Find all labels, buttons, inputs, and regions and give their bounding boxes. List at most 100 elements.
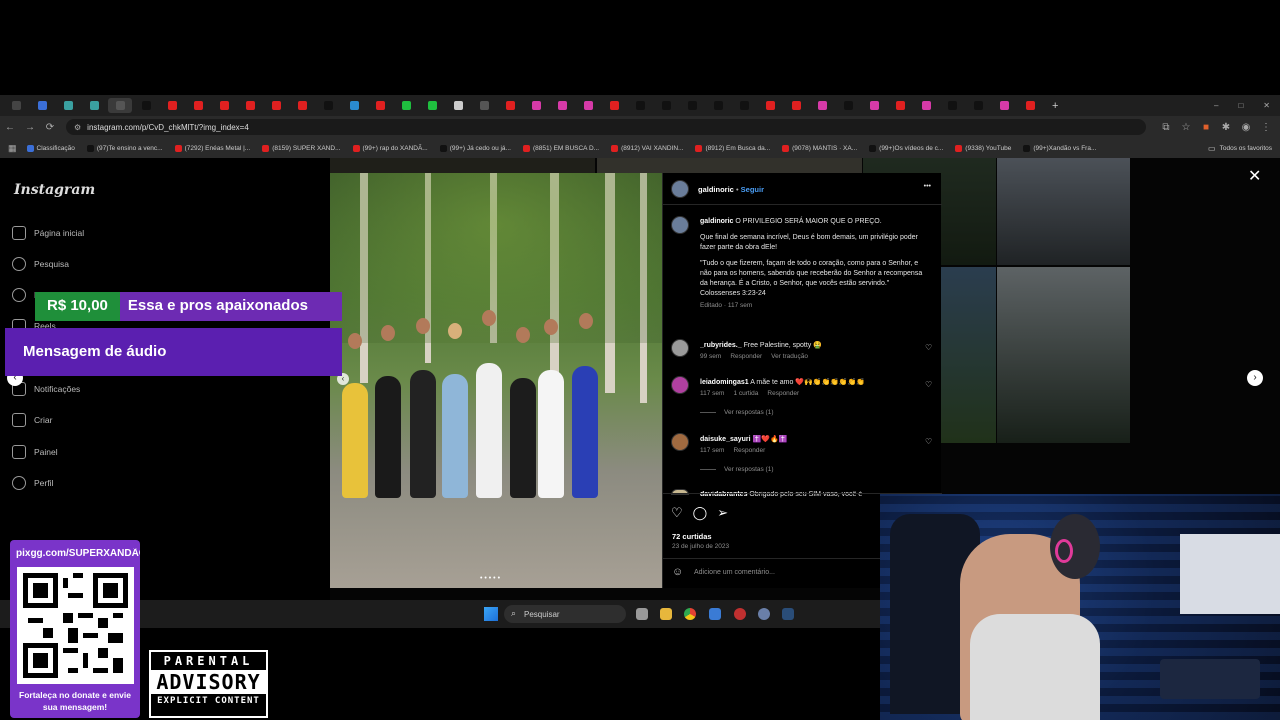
steam-icon[interactable]: [782, 608, 794, 620]
share-icon[interactable]: ➢: [717, 505, 728, 521]
site-info-icon[interactable]: ⚙: [74, 123, 81, 132]
browser-tab[interactable]: [784, 98, 808, 113]
nav-item-plus[interactable]: Criar: [12, 413, 52, 427]
bookmark-item[interactable]: (8851) EM BUSCA D...: [522, 144, 599, 152]
instagram-logo[interactable]: Instagram: [14, 182, 95, 198]
browser-tab[interactable]: [212, 98, 236, 113]
profile-avatar-icon[interactable]: ◉: [1236, 122, 1256, 133]
nav-item-search[interactable]: Pesquisa: [12, 257, 69, 271]
bookmark-star-icon[interactable]: ☆: [1176, 122, 1196, 133]
nav-item-dashboard[interactable]: Painel: [12, 445, 58, 459]
view-replies-link[interactable]: Ver respostas (1): [724, 466, 774, 473]
bookmark-item[interactable]: (8912) Em Busca da...: [695, 144, 770, 152]
comment-username[interactable]: _rubyrides._: [700, 342, 742, 349]
caption-avatar[interactable]: [671, 216, 689, 234]
caption-username[interactable]: galdinoric: [700, 218, 733, 225]
bookmark-item[interactable]: (8159) SUPER XAND...: [262, 144, 341, 152]
browser-tab[interactable]: [472, 98, 496, 113]
bookmark-item[interactable]: (9338) YouTube: [955, 144, 1011, 152]
comment-like-icon[interactable]: ♡: [925, 381, 933, 389]
post-photo[interactable]: • • • • •: [330, 173, 662, 588]
comment-action[interactable]: Ver tradução: [771, 353, 808, 360]
browser-tab[interactable]: [186, 98, 210, 113]
settings-icon[interactable]: [758, 608, 770, 620]
comment-username[interactable]: leiadomingas1: [700, 379, 749, 386]
browser-tab[interactable]: [706, 98, 730, 113]
browser-tab[interactable]: [732, 98, 756, 113]
browser-tab[interactable]: [394, 98, 418, 113]
browser-tab[interactable]: [82, 98, 106, 113]
browser-tab[interactable]: [654, 98, 678, 113]
bookmark-item[interactable]: (9078) MANTIS · XA...: [782, 144, 857, 152]
browser-tab[interactable]: [264, 98, 288, 113]
taskbar-search[interactable]: ⌕ Pesquisar: [504, 605, 626, 623]
like-icon[interactable]: ♡: [671, 505, 683, 521]
browser-tab[interactable]: [316, 98, 340, 113]
browser-tab[interactable]: [446, 98, 470, 113]
browser-tab[interactable]: [966, 98, 990, 113]
nav-item-home[interactable]: Página inicial: [12, 226, 84, 240]
install-icon[interactable]: ⧉: [1156, 122, 1176, 133]
bookmark-item[interactable]: (99+) Já cedo ou já...: [439, 144, 511, 152]
comment-avatar[interactable]: [671, 339, 689, 357]
chrome-icon[interactable]: [684, 608, 696, 620]
comment-action[interactable]: Responder: [730, 353, 762, 360]
author-avatar[interactable]: [671, 180, 689, 198]
minimize-button[interactable]: –: [1214, 101, 1218, 110]
author-username[interactable]: galdinoric: [698, 185, 734, 194]
browser-tab[interactable]: [810, 98, 834, 113]
browser-tab[interactable]: [836, 98, 860, 113]
nav-item-heart[interactable]: Notificações: [12, 382, 80, 396]
new-tab-button[interactable]: +: [1052, 100, 1058, 112]
close-window-button[interactable]: ✕: [1263, 101, 1270, 110]
file-explorer-icon[interactable]: [660, 608, 672, 620]
emoji-icon[interactable]: ☺: [672, 566, 683, 578]
app-icon[interactable]: [734, 608, 746, 620]
bookmark-item[interactable]: (99+)Xandão vs Fra...: [1023, 144, 1096, 152]
browser-tab[interactable]: [134, 98, 158, 113]
browser-tab[interactable]: [940, 98, 964, 113]
browser-tab[interactable]: [524, 98, 548, 113]
task-view-icon[interactable]: [636, 608, 648, 620]
all-bookmarks-button[interactable]: ▭ Todos os favoritos: [1208, 144, 1272, 153]
extensions-puzzle-icon[interactable]: ✱: [1216, 122, 1236, 133]
menu-icon[interactable]: ⋮: [1256, 122, 1276, 133]
comment-avatar[interactable]: [671, 433, 689, 451]
comment-input[interactable]: Adicione um comentário...: [694, 569, 775, 576]
browser-tab[interactable]: [914, 98, 938, 113]
windows-start-icon[interactable]: [484, 607, 498, 621]
browser-tab[interactable]: [498, 98, 522, 113]
browser-tab[interactable]: [160, 98, 184, 113]
browser-tab[interactable]: [576, 98, 600, 113]
comment-like-icon[interactable]: ♡: [925, 438, 933, 446]
apps-grid-icon[interactable]: ▦: [8, 143, 17, 154]
more-options-icon[interactable]: •••: [924, 183, 931, 190]
follow-button[interactable]: Seguir: [741, 185, 764, 194]
bookmark-item[interactable]: Classificação: [26, 144, 75, 152]
browser-tab[interactable]: [56, 98, 80, 113]
comment-action[interactable]: Responder: [767, 390, 799, 397]
reload-icon[interactable]: ⟳: [40, 122, 60, 133]
maximize-button[interactable]: □: [1238, 101, 1243, 110]
browser-tab[interactable]: [342, 98, 366, 113]
browser-tab[interactable]: [108, 98, 132, 113]
comment-icon[interactable]: ◯: [693, 505, 708, 521]
comment-action[interactable]: 1 curtida: [733, 390, 758, 397]
browser-tab[interactable]: [420, 98, 444, 113]
bookmark-item[interactable]: (99+)Os vídeos de c...: [869, 144, 943, 152]
comment-avatar[interactable]: [671, 489, 689, 495]
close-icon[interactable]: ✕: [1248, 166, 1261, 186]
bookmark-item[interactable]: (7292) Enéas Metal |...: [174, 144, 250, 152]
browser-tab[interactable]: [368, 98, 392, 113]
bookmark-item[interactable]: (97)Te ensino a venc...: [86, 144, 163, 152]
extension-icon[interactable]: ■: [1196, 122, 1216, 133]
nav-item-profile[interactable]: Perfil: [12, 476, 53, 490]
comment-username[interactable]: daisuke_sayuri: [700, 436, 751, 443]
browser-tab[interactable]: [238, 98, 262, 113]
browser-tab[interactable]: [1018, 98, 1042, 113]
store-icon[interactable]: [709, 608, 721, 620]
browser-tab[interactable]: [680, 98, 704, 113]
comment-like-icon[interactable]: ♡: [925, 344, 933, 352]
comment-avatar[interactable]: [671, 376, 689, 394]
likes-count[interactable]: 72 curtidas: [672, 532, 712, 541]
